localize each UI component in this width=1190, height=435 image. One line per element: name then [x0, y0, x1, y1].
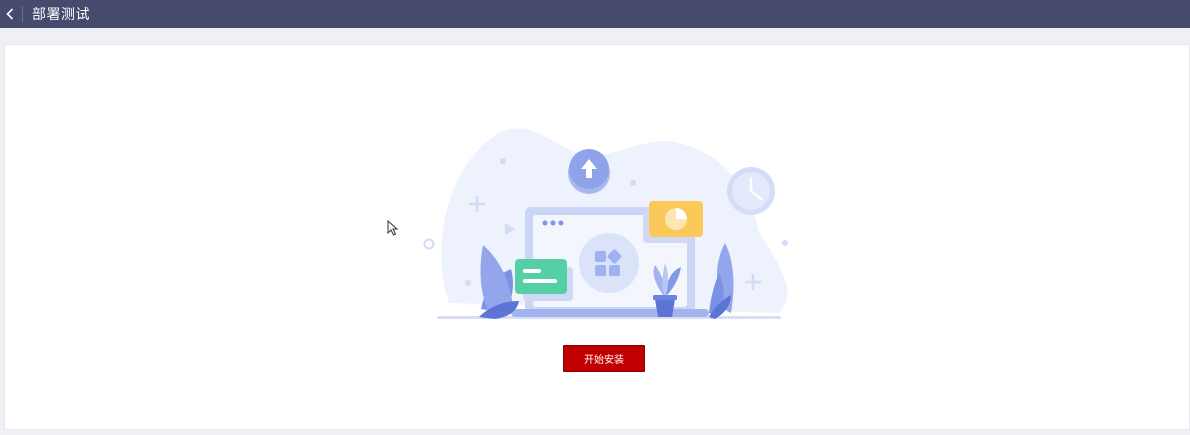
header-divider: [22, 6, 23, 22]
dot: [500, 158, 506, 164]
dot: [465, 280, 471, 286]
top-bar: 部署测试: [0, 0, 1190, 28]
content-panel: 开始安装: [4, 44, 1190, 430]
chevron-left-icon: [6, 8, 14, 20]
start-install-button[interactable]: 开始安装: [563, 345, 645, 372]
dot: [630, 180, 636, 186]
ring: [423, 238, 435, 250]
dot: [782, 240, 788, 246]
chat-card: [515, 259, 573, 301]
laptop-upload-illustration: [423, 128, 788, 319]
clock-icon: [727, 167, 775, 215]
mouse-cursor-icon: [387, 220, 399, 236]
upload-icon: [568, 149, 610, 194]
page-title: 部署测试: [32, 7, 90, 23]
back-button[interactable]: [0, 0, 20, 28]
pie-chart-card: [643, 201, 703, 243]
